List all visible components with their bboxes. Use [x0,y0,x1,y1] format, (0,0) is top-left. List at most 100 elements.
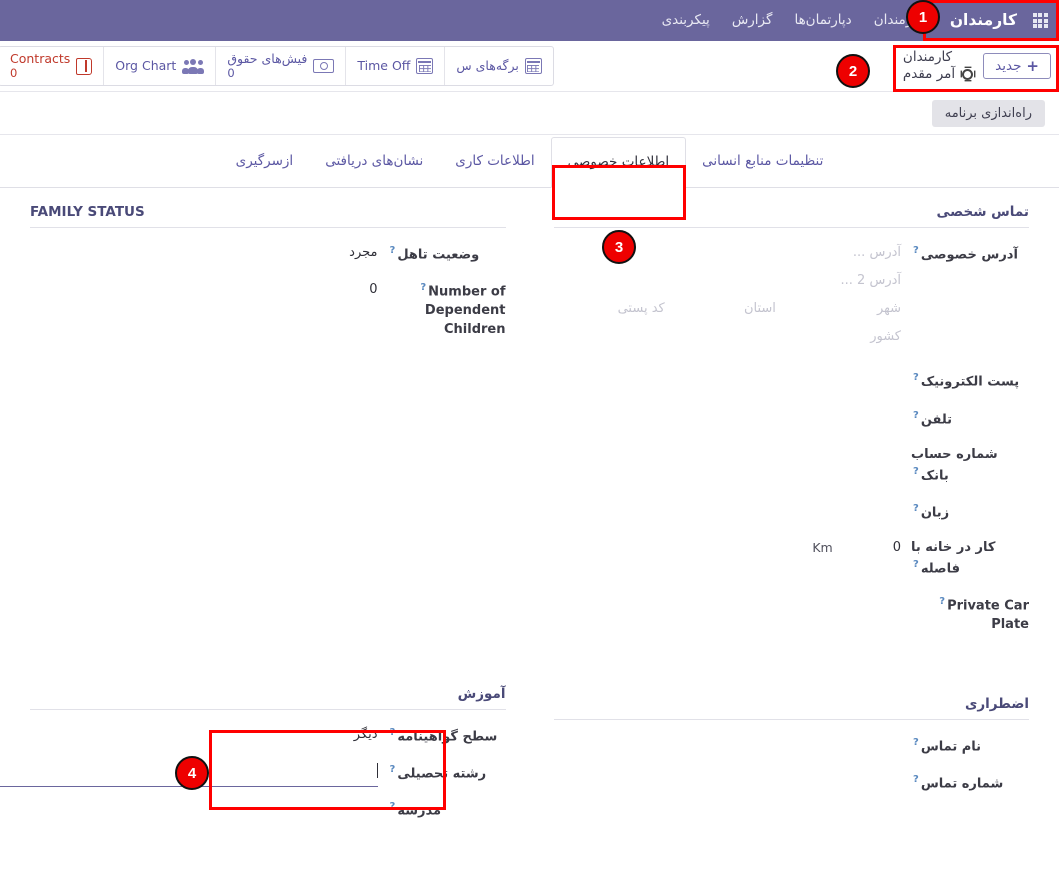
menu-item-configuration[interactable]: پیکربندی [651,0,721,41]
stat-org-chart-label: Org Chart [115,57,177,73]
help-icon[interactable]: ? [913,466,919,477]
stat-payslips[interactable]: فیش‌های حقوق 0 [215,47,345,85]
help-icon[interactable]: ? [939,596,945,607]
field-label-language: زبان? [913,502,950,521]
field-label-marital-status: وضعیت تاهل? [389,245,480,263]
stat-payslips-label: فیش‌های حقوق [227,51,308,67]
home-work-distance-input[interactable]: 0 [893,539,901,558]
field-label-certificate-level: سطح گواهینامه? [389,727,498,745]
people-icon [182,58,205,74]
launch-app-button[interactable]: راه‌اندازی برنامه [931,99,1045,127]
field-label-private-address: آدرس خصوصی? [913,245,1018,263]
stat-time-off[interactable]: Time Off [345,47,444,85]
help-icon[interactable]: ? [390,727,396,738]
main-menu: کارمندان دپارتمان‌ها گزارش پیکربندی [651,0,934,41]
address-country-input[interactable]: کشور [554,328,901,347]
field-value-phone[interactable] [554,409,902,427]
help-icon[interactable]: ? [913,774,919,785]
help-icon[interactable]: ? [913,245,919,256]
field-emergency-contact-phone: شماره تماس? [554,773,1030,794]
menu-item-reporting[interactable]: گزارش [721,0,784,41]
column-right: تماس شخصی آدرس خصوصی? آدرس ... آدرس 2 ..… [530,204,1059,838]
form-columns: تماس شخصی آدرس خصوصی? آدرس ... آدرس 2 ..… [0,188,1059,838]
apps-grid-icon[interactable] [1027,0,1053,41]
group-title-education: آموزش [30,686,506,711]
calendar-icon [416,58,434,74]
stat-payslips-count: 0 [227,65,235,80]
address-city-input[interactable]: شهر [776,300,901,319]
field-value-private-car-plate[interactable] [554,595,902,613]
stat-org-chart[interactable]: Org Chart [103,47,215,85]
field-label-emergency-contact-phone: شماره تماس? [913,774,1004,792]
field-value-dependent-children[interactable]: 0 [30,281,377,300]
help-icon[interactable]: ? [913,372,919,383]
form-sheet: تنظیمات منابع انسانی اطلاعات خصوصی اطلاع… [0,135,1059,838]
stat-buttons: برگه‌های س Time Off فیش‌های حقوق 0 [0,46,554,86]
column-left: FAMILY STATUS وضعیت تاهل? مجرد ? Number o… [0,204,530,838]
new-button[interactable]: + جدید [983,53,1051,79]
annotation-marker-3: 3 [602,230,636,264]
text-caret [376,763,378,779]
tab-private-information[interactable]: اطلاعات خصوصی [550,137,687,188]
tab-resume[interactable]: ازسرگیری [220,136,310,187]
field-value-bank-account[interactable] [554,446,902,464]
annotation-marker-1: 1 [906,0,940,34]
field-label-field-of-study: رشته تحصیلی? [389,764,487,782]
breadcrumb-root[interactable]: کارمندان [903,49,952,66]
new-button-label: جدید [995,58,1022,74]
tab-work-information[interactable]: اطلاعات کاری [439,136,550,187]
field-label-phone: تلفن? [913,409,953,427]
field-value-emergency-contact-name[interactable] [554,736,902,754]
calendar-icon [524,58,542,74]
group-title-emergency: اضطراری [553,696,1029,720]
field-value-marital-status[interactable]: مجرد [30,244,377,263]
form-tabs: تنظیمات منابع انسانی اطلاعات خصوصی اطلاع… [0,135,1059,188]
field-school: مدرسه? [30,800,506,821]
group-title-family-status: FAMILY STATUS [30,204,506,228]
address-street2-input[interactable]: آدرس 2 ... [554,272,902,291]
help-icon[interactable]: ? [390,801,396,812]
field-value-private-address: آدرس ... آدرس 2 ... شهر استان کد پستی کش… [554,244,902,355]
field-label-home-work-distance: کار در خانه با فاصله? [911,539,996,577]
tab-badges[interactable]: نشان‌های دریافتی [309,136,439,187]
menu-item-departments[interactable]: دپارتمان‌ها [783,0,862,41]
tab-hr-settings[interactable]: تنظیمات منابع انسانی [686,136,839,187]
field-private-car-plate: ? Private Car Plate [554,595,1029,635]
control-panel: + جدید کارمندان آمر مقدم برگه‌های س Time… [0,41,1059,92]
gear-icon[interactable] [962,68,974,80]
field-label-email: پست الکترونیک? [913,372,1020,390]
stat-contracts-label: Contracts [10,51,71,67]
breadcrumb-current: آمر مقدم [902,66,956,82]
help-icon[interactable]: ? [390,764,396,775]
field-value-home-work-distance: 0 Km [554,539,901,558]
help-icon[interactable]: ? [390,245,396,256]
field-label-dependent-children: ? Number of Dependent Children [420,282,506,338]
help-icon[interactable]: ? [913,410,919,421]
help-icon[interactable]: ? [913,503,919,514]
field-phone: تلفن? [554,409,1030,430]
field-bank-account: شماره حساب بانک? [554,446,1030,486]
field-home-work-distance: کار در خانه با فاصله? 0 Km [554,539,1030,579]
app-title[interactable]: کارمندان [940,0,1025,41]
field-value-school[interactable] [30,800,378,818]
help-icon[interactable]: ? [913,737,919,748]
field-value-certificate-level[interactable]: دیگر [30,726,378,745]
stat-contracts[interactable]: Contracts 0 [0,47,103,85]
money-icon [313,59,335,73]
breadcrumb-current-row: آمر مقدم [902,66,974,83]
field-dependent-children: ? Number of Dependent Children 0 [30,281,506,340]
field-value-emergency-contact-phone[interactable] [554,773,902,791]
help-icon[interactable]: ? [913,559,919,570]
field-language: زبان? [554,502,1030,523]
field-label-emergency-contact-name: نام تماس? [913,736,982,755]
help-icon[interactable]: ? [420,282,426,293]
field-value-email[interactable] [554,371,902,389]
apps-grid-glyph [1032,13,1048,28]
field-value-language[interactable] [554,502,902,520]
address-zip-input[interactable]: کد پستی [554,300,665,319]
address-state-input[interactable]: استان [665,300,776,319]
book-icon [76,57,93,75]
stat-timesheets[interactable]: برگه‌های س [444,47,552,85]
